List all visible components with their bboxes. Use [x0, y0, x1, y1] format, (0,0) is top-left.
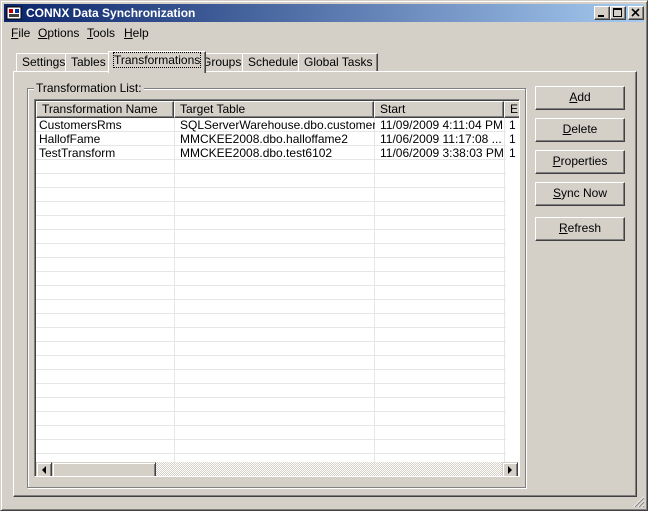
table-row[interactable]: TestTransform MMCKEE2008.dbo.test6102 11…: [36, 146, 516, 160]
menu-options[interactable]: Options: [38, 26, 79, 40]
cell-transformation-name: HallofFame: [39, 132, 101, 146]
maximize-button[interactable]: [610, 6, 626, 20]
grid-line: [36, 453, 506, 454]
grid-line: [36, 271, 506, 272]
cell-end: 1: [509, 132, 516, 146]
grid-line: [504, 118, 505, 464]
grid-line: [36, 397, 506, 398]
list-body: CustomersRms SQLServerWarehouse.dbo.cust…: [36, 118, 519, 464]
grid-line: [36, 299, 506, 300]
column-header-target-table[interactable]: Target Table: [174, 101, 374, 118]
tab-transformations[interactable]: Transformations: [108, 51, 207, 73]
cell-target-table: MMCKEE2008.dbo.test6102: [180, 146, 333, 160]
cell-start: 11/09/2009 4:11:04 PM: [380, 118, 503, 132]
cell-start: 11/06/2009 11:17:08 ...: [380, 132, 502, 146]
sync-now-button[interactable]: Sync Now: [535, 182, 625, 206]
cell-target-table: SQLServerWarehouse.dbo.customers...: [180, 118, 375, 132]
close-icon: [631, 8, 640, 17]
grid-line: [36, 439, 506, 440]
properties-button[interactable]: Properties: [535, 150, 625, 174]
maximize-icon: [613, 8, 622, 17]
grid-line: [36, 425, 506, 426]
refresh-button[interactable]: Refresh: [535, 217, 625, 241]
transformations-panel: Transformation List: Transformation Name…: [13, 71, 637, 497]
connx-app-icon: [6, 6, 22, 20]
column-header-end[interactable]: E: [504, 101, 519, 118]
horizontal-scrollbar[interactable]: [36, 462, 518, 476]
grid-line: [36, 243, 506, 244]
main-window: CONNX Data Synchronization File Options …: [0, 0, 648, 511]
menu-file[interactable]: File: [11, 26, 30, 40]
resize-grip-icon[interactable]: [633, 496, 645, 508]
tab-schedule[interactable]: Schedule: [242, 53, 305, 72]
cell-transformation-name: CustomersRms: [39, 118, 122, 132]
column-header-transformation-name[interactable]: Transformation Name: [36, 101, 174, 118]
grid-line: [36, 383, 506, 384]
window-title: CONNX Data Synchronization: [26, 6, 196, 20]
add-button[interactable]: Add: [535, 86, 625, 110]
cell-start: 11/06/2009 3:38:03 PM: [380, 146, 504, 160]
cell-transformation-name: TestTransform: [39, 146, 116, 160]
scroll-right-button[interactable]: [502, 462, 518, 476]
table-row[interactable]: CustomersRms SQLServerWarehouse.dbo.cust…: [36, 118, 516, 132]
grid-line: [36, 257, 506, 258]
group-label: Transformation List:: [34, 81, 144, 95]
minimize-button[interactable]: [594, 6, 610, 20]
grid-line: [36, 327, 506, 328]
list-header: Transformation Name Target Table Start E: [36, 101, 519, 118]
close-button[interactable]: [628, 6, 644, 20]
scroll-thumb[interactable]: [52, 462, 156, 476]
arrow-right-icon: [508, 466, 512, 474]
grid-line: [36, 229, 506, 230]
tab-settings[interactable]: Settings: [16, 53, 72, 72]
grid-line: [36, 411, 506, 412]
grid-line: [36, 201, 506, 202]
cell-end: 1: [509, 146, 516, 160]
grid-line: [374, 118, 375, 464]
scroll-left-button[interactable]: [36, 462, 52, 476]
tab-global-tasks[interactable]: Global Tasks: [298, 53, 379, 72]
grid-line: [36, 285, 506, 286]
cell-target-table: MMCKEE2008.dbo.halloffame2: [180, 132, 348, 146]
grid-line: [36, 215, 506, 216]
menu-bar: File Options Tools Help: [4, 23, 644, 42]
grid-line: [36, 341, 506, 342]
grid-line: [36, 355, 506, 356]
grid-line: [36, 173, 506, 174]
arrow-left-icon: [42, 466, 46, 474]
tab-tables[interactable]: Tables: [65, 53, 112, 72]
cell-end: 1: [509, 118, 516, 132]
transformation-list[interactable]: Transformation Name Target Table Start E…: [34, 99, 520, 477]
grid-line: [174, 118, 175, 464]
grid-line: [36, 369, 506, 370]
table-row[interactable]: HallofFame MMCKEE2008.dbo.halloffame2 11…: [36, 132, 516, 146]
title-bar[interactable]: CONNX Data Synchronization: [4, 4, 644, 22]
menu-help[interactable]: Help: [124, 26, 149, 40]
grid-line: [36, 187, 506, 188]
delete-button[interactable]: Delete: [535, 118, 625, 142]
minimize-icon: [598, 15, 604, 17]
grid-line: [36, 313, 506, 314]
column-header-start[interactable]: Start: [374, 101, 504, 118]
menu-tools[interactable]: Tools: [87, 26, 115, 40]
